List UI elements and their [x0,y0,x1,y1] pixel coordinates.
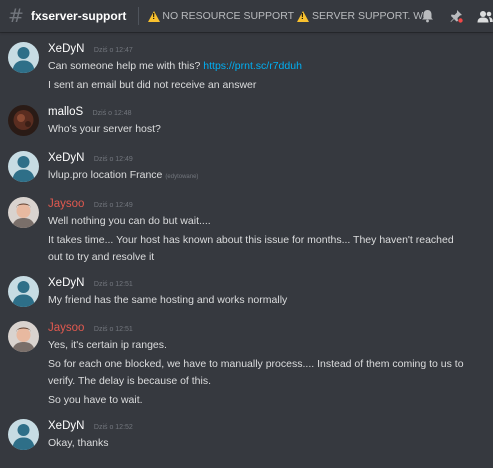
topic-part-1: NO RESOURCE SUPPORT [162,10,295,22]
warning-icon [297,10,310,22]
message-timestamp: Dziś o 12:49 [93,156,133,163]
message-author[interactable]: XeDyN [48,420,84,432]
channel-header: # fxserver-support NO RESOURCE SUPPORT S… [0,0,493,32]
message-author[interactable]: XeDyN [48,277,84,289]
message-author[interactable]: Jaysoo [48,322,84,334]
message-text-content: Can someone help me with this? [48,60,201,72]
message-timestamp: Dziś o 12:51 [93,281,133,288]
message-text: I sent an email but did not receive an a… [48,79,257,91]
channel-topic[interactable]: NO RESOURCE SUPPORT SERVER SUPPORT. We d… [148,10,426,22]
message-group: Jaysoo Dziś o 12:51 Yes, it's certain ip… [0,317,493,415]
message-text: It takes time... Your host has known abo… [48,234,454,263]
message-text: Okay, thanks [48,437,109,449]
message-text: So you have to wait. [48,394,143,406]
avatar[interactable] [8,105,39,136]
edited-label: (edytowane) [165,174,199,180]
message-group: XeDyN Dziś o 12:52 Okay, thanks [0,415,493,460]
message-group: XeDyN Dziś o 12:47 Can someone help me w… [0,38,493,101]
message-timestamp: Dziś o 12:47 [93,47,133,54]
header-toolbar [406,0,493,32]
avatar[interactable] [8,321,39,352]
message-author[interactable]: XeDyN [48,43,84,55]
message-text: Yes, it's certain ip ranges. [48,339,167,351]
message-timestamp: Dziś o 12:51 [93,326,133,333]
header-divider [138,7,140,25]
message-text: Well nothing you can do but wait.... [48,215,211,227]
avatar[interactable] [8,151,39,182]
message-text: My friend has the same hosting and works… [48,294,288,306]
message-author[interactable]: XeDyN [48,152,84,164]
message-text: So for each one blocked, we have to manu… [48,358,464,387]
avatar[interactable] [8,419,39,450]
pin-icon[interactable] [448,8,464,24]
message-author[interactable]: Jaysoo [48,198,84,210]
chat-window: # fxserver-support NO RESOURCE SUPPORT S… [0,0,493,468]
avatar[interactable] [8,276,39,307]
avatar[interactable] [8,197,39,228]
bell-icon[interactable] [419,8,435,24]
warning-icon [148,10,161,22]
message-timestamp: Dziś o 12:52 [93,424,133,431]
message-text: Can someone help me with this? https://p… [48,58,493,75]
message-list: XeDyN Dziś o 12:47 Can someone help me w… [0,38,493,460]
message-timestamp: Dziś o 12:48 [92,110,132,117]
message-group: XeDyN Dziś o 12:51 My friend has the sam… [0,272,493,317]
channel-name: fxserver-support [31,9,127,23]
avatar[interactable] [8,42,39,73]
message-text: Who's your server host? [48,123,161,135]
members-icon[interactable] [477,8,493,24]
message-author[interactable]: malloS [48,106,83,118]
message-text: lvlup.pro location France (edytowane) [48,167,493,186]
message-group: Jaysoo Dziś o 12:49 Well nothing you can… [0,193,493,272]
message-group: XeDyN Dziś o 12:49 lvlup.pro location Fr… [0,147,493,193]
message-text-content: lvlup.pro location France [48,169,163,181]
hash-icon: # [8,5,24,27]
message-timestamp: Dziś o 12:49 [93,202,133,209]
message-link[interactable]: https://prnt.sc/r7dduh [203,60,302,72]
message-group: malloS Dziś o 12:48 Who's your server ho… [0,101,493,147]
